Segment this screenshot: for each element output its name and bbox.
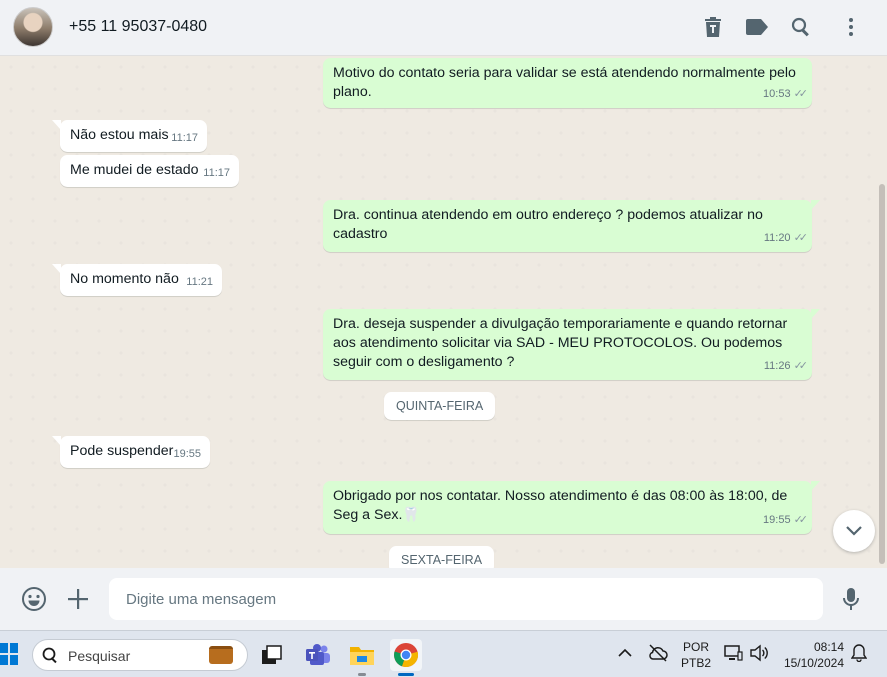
taskbar-search-label: Pesquisar [68,648,131,664]
composer-bar [0,568,887,630]
read-ticks-icon: ✓✓ [793,88,809,100]
active-indicator [398,673,414,676]
date-separator: QUINTA-FEIRA [384,392,496,420]
running-indicator [358,673,366,676]
input-language-indicator[interactable]: POR PTB2 [680,639,712,671]
message-outgoing[interactable]: Dra. continua atendendo em outro endereç… [323,200,820,252]
message-text: Dra. continua atendendo em outro endereç… [333,207,763,242]
taskbar-clock[interactable]: 08:14 15/10/2024 [779,639,849,671]
message-time: 19:55 [173,448,201,460]
attach-plus-icon[interactable] [64,585,92,613]
message-incoming[interactable]: Não estou mais 11:17 [52,120,207,152]
message-list[interactable]: Motivo do contato seria para validar se … [0,56,887,568]
windows-start-icon[interactable] [0,643,18,665]
message-time: 11:21 [186,276,213,288]
microphone-icon[interactable] [837,585,865,613]
message-text: Não estou mais [70,127,169,143]
message-incoming[interactable]: Pode suspender 19:55 [52,436,210,468]
message-incoming[interactable]: No momento não 11:21 [52,264,222,296]
message-outgoing[interactable]: Obrigado por nos contatar. Nosso atendim… [323,481,820,534]
message-text: Motivo do contato seria para validar se … [333,65,796,100]
chrome-icon[interactable] [390,639,422,676]
network-icon[interactable] [723,644,743,666]
message-time: 11:20 ✓✓ [763,232,809,244]
message-outgoing[interactable]: Dra. deseja suspender a divulgação tempo… [323,309,820,380]
volume-icon[interactable] [749,644,769,666]
windows-taskbar: Pesquisar POR PTB2 08:14 15/10/2024 [0,630,887,677]
message-incoming[interactable]: Me mudei de estado 11:17 [60,155,239,187]
message-text: Me mudei de estado [70,162,199,178]
search-icon [42,647,57,664]
tray-chevron-up-icon[interactable] [618,645,632,661]
message-input[interactable] [109,578,823,620]
chat-header: +55 11 95037-0480 [0,0,887,56]
read-ticks-icon: ✓✓ [793,232,809,244]
task-view-icon[interactable] [256,639,288,671]
scroll-down-button[interactable] [833,510,875,552]
chevron-down-icon [846,526,862,536]
language-code: POR [682,640,709,654]
message-text: Pode suspender [70,443,174,459]
cloud-offline-icon[interactable] [648,644,668,666]
message-time: 19:55 ✓✓ [763,514,809,526]
contact-name[interactable]: +55 11 95037-0480 [69,18,207,36]
file-explorer-icon[interactable] [346,639,378,676]
label-icon[interactable] [744,14,770,40]
message-text: Dra. deseja suspender a divulgação tempo… [333,316,788,370]
date-separator: SEXTA-FEIRA [389,546,495,568]
read-ticks-icon: ✓✓ [793,360,809,372]
message-time: 11:17 [203,167,230,179]
notification-bell-icon[interactable] [850,644,868,666]
teams-icon[interactable] [302,639,334,671]
clock-date: 15/10/2024 [783,656,844,670]
message-time: 10:53 ✓✓ [763,88,809,100]
read-ticks-icon: ✓✓ [793,514,809,526]
message-outgoing[interactable]: Motivo do contato seria para validar se … [323,58,812,108]
taskbar-search[interactable]: Pesquisar [32,639,248,671]
briefcase-icon [209,646,233,664]
message-time: 11:17 [171,132,198,144]
emoji-icon[interactable] [20,585,48,613]
contact-avatar[interactable] [13,7,53,47]
menu-icon[interactable] [838,14,864,40]
message-time: 11:26 ✓✓ [763,360,809,372]
message-text: No momento não [70,271,179,287]
message-text: Obrigado por nos contatar. Nosso atendim… [333,488,788,523]
delete-icon[interactable] [700,14,726,40]
keyboard-layout: PTB2 [680,656,711,670]
clock-time: 08:14 [813,640,844,654]
scrollbar[interactable] [879,184,885,564]
message-input-container[interactable] [109,578,823,620]
search-icon[interactable] [788,14,814,40]
